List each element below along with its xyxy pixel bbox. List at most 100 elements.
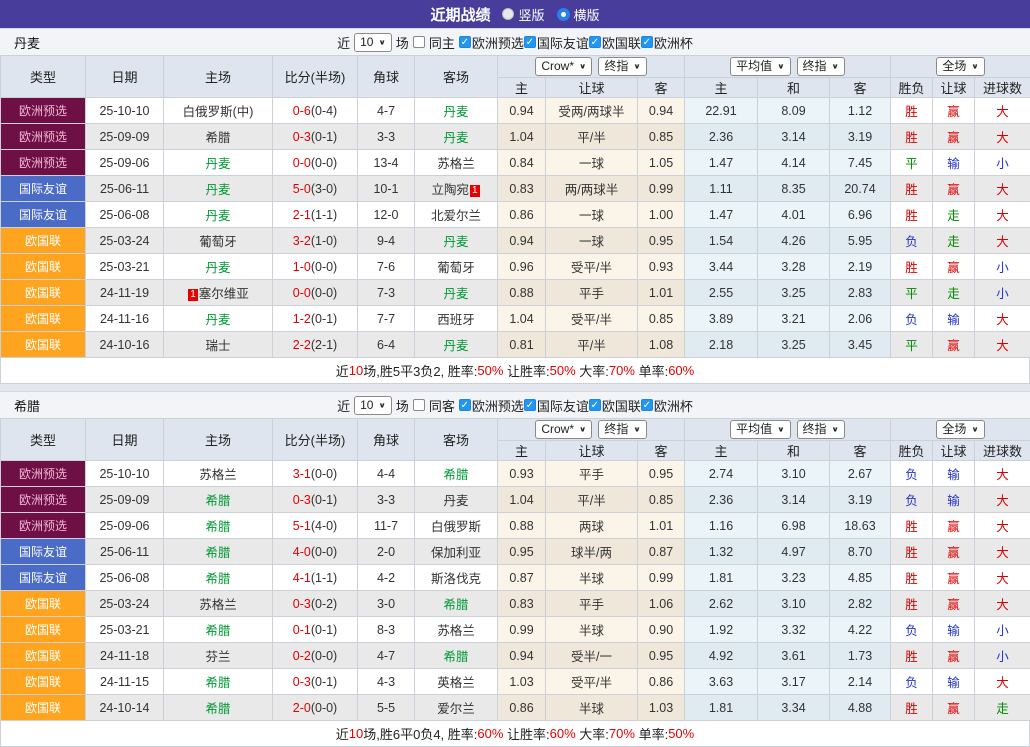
avg-away: 18.63 [830,513,891,539]
avg-home: 1.81 [685,565,758,591]
corner-score: 4-7 [358,643,415,669]
score-halftime: 0-0(0-0) [273,280,358,306]
league-type-badge: 欧国联 [1,591,86,617]
avg-home: 1.11 [685,176,758,202]
avg-away: 5.95 [830,228,891,254]
corner-score: 3-0 [358,591,415,617]
odds-home: 1.03 [498,669,546,695]
average-select[interactable]: 平均值∨ [730,57,790,76]
col-away: 客场 [415,419,498,461]
league-checkbox[interactable]: ✓ [589,36,601,48]
match-date: 25-03-24 [86,591,164,617]
odds-away: 1.08 [638,332,685,358]
summary-part: 大率: [576,361,609,380]
league-filter[interactable]: ✓欧洲预选 [459,33,524,52]
layout-option-vertical[interactable]: 竖版 [502,5,544,24]
result-goals: 小 [975,150,1030,176]
col-odds-away: 客 [638,441,685,461]
league-filter[interactable]: ✓欧国联 [589,33,641,52]
avg-stage-select[interactable]: 终指∨ [797,420,845,439]
result-handicap: 赢 [933,176,975,202]
col-odds-home: 主 [498,441,546,461]
league-label: 欧洲杯 [654,396,693,415]
result-handicap: 走 [933,228,975,254]
corner-score: 6-4 [358,332,415,358]
col-score: 比分(半场) [273,56,358,98]
bookmaker-select[interactable]: Crow*∨ [535,57,592,76]
result-winloss: 胜 [891,98,933,124]
recent-count-select[interactable]: 10∨ [354,396,392,415]
average-select[interactable]: 平均值∨ [730,420,790,439]
score-halftime: 0-3(0-1) [273,487,358,513]
odds-away: 0.85 [638,124,685,150]
avg-away: 4.22 [830,617,891,643]
handicap-line: 受平/半 [546,306,638,332]
avg-home: 2.36 [685,124,758,150]
away-team: 丹麦 [415,124,498,150]
result-handicap: 输 [933,461,975,487]
league-checkbox[interactable]: ✓ [524,36,536,48]
league-checkbox[interactable]: ✓ [459,399,471,411]
summary-part: 10 [349,363,363,378]
fulltime-select[interactable]: 全场∨ [936,420,984,439]
league-filter[interactable]: ✓欧洲杯 [641,33,693,52]
league-type-badge: 欧国联 [1,695,86,721]
result-winloss: 胜 [891,176,933,202]
avg-home: 3.89 [685,306,758,332]
table-row: 欧国联 24-11-15 希腊 0-3(0-1) 4-3 英格兰 1.03 受平… [1,669,1030,695]
summary-part: 60% [668,363,694,378]
league-filter[interactable]: ✓国际友谊 [524,33,589,52]
league-filters: ✓欧洲预选✓国际友谊✓欧国联✓欧洲杯 [459,33,693,52]
result-goals: 大 [975,513,1030,539]
odds-home: 0.96 [498,254,546,280]
bookmaker-select[interactable]: Crow*∨ [535,420,592,439]
league-checkbox[interactable]: ✓ [524,399,536,411]
result-winloss: 胜 [891,695,933,721]
col-type: 类型 [1,419,86,461]
league-filter[interactable]: ✓欧国联 [589,396,641,415]
layout-option-horizontal[interactable]: 横版 [557,5,600,24]
league-filter[interactable]: ✓欧洲杯 [641,396,693,415]
recent-count-select[interactable]: 10∨ [354,33,392,52]
odds-away: 0.85 [638,487,685,513]
col-goals: 进球数 [975,78,1030,98]
score-halftime: 1-0(0-0) [273,254,358,280]
same-venue-label: 同主 [429,33,455,52]
odds-stage-select[interactable]: 终指∨ [598,57,646,76]
corner-score: 4-4 [358,461,415,487]
match-date: 24-11-19 [86,280,164,306]
match-date: 25-09-09 [86,487,164,513]
radio-checked-icon[interactable] [557,8,570,21]
odds-stage-select[interactable]: 终指∨ [598,420,646,439]
avg-stage-select[interactable]: 终指∨ [797,57,845,76]
handicap-line: 半球 [546,565,638,591]
league-type-badge: 欧洲预选 [1,513,86,539]
score-halftime: 3-1(0-0) [273,461,358,487]
same-venue-checkbox[interactable] [413,399,425,411]
corner-score: 12-0 [358,202,415,228]
result-handicap: 走 [933,280,975,306]
red-card-icon: 1 [470,185,480,197]
home-team: 希腊 [164,487,273,513]
odds-away: 0.95 [638,643,685,669]
avg-away: 4.88 [830,695,891,721]
home-team: 白俄罗斯(中) [164,98,273,124]
fulltime-select[interactable]: 全场∨ [936,57,984,76]
same-venue-checkbox[interactable] [413,36,425,48]
odds-away: 0.94 [638,98,685,124]
table-row: 欧洲预选 25-09-09 希腊 0-3(0-1) 3-3 丹麦 1.04 平/… [1,124,1030,150]
league-checkbox[interactable]: ✓ [641,36,653,48]
league-checkbox[interactable]: ✓ [589,399,601,411]
avg-draw: 3.34 [758,695,830,721]
radio-unchecked-icon[interactable] [502,8,514,20]
league-filter[interactable]: ✓欧洲预选 [459,396,524,415]
odds-away: 0.87 [638,539,685,565]
title-bar: 近期战绩 竖版 横版 [0,0,1030,28]
league-checkbox[interactable]: ✓ [459,36,471,48]
handicap-line: 一球 [546,202,638,228]
result-winloss: 负 [891,669,933,695]
league-filter[interactable]: ✓国际友谊 [524,396,589,415]
avg-draw: 3.32 [758,617,830,643]
league-checkbox[interactable]: ✓ [641,399,653,411]
result-goals: 大 [975,98,1030,124]
